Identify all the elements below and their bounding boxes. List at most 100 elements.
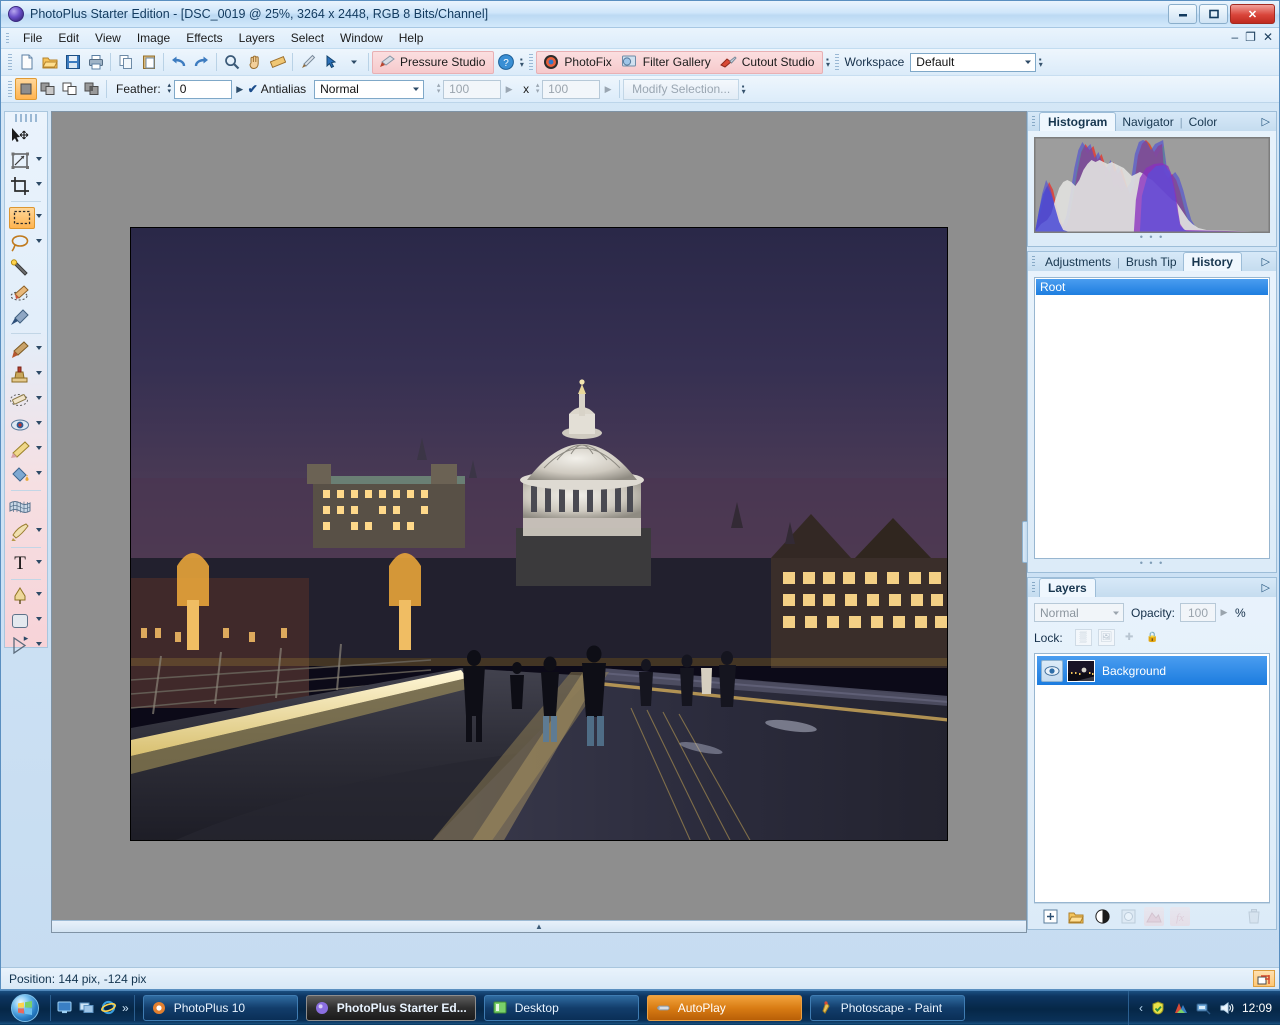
lock-image-button[interactable]: 🖼 xyxy=(1098,629,1115,646)
quickshape-tool[interactable] xyxy=(5,519,47,544)
workspace-toolbar-grip[interactable] xyxy=(835,54,839,71)
opacity-slider-button[interactable]: ▶ xyxy=(1216,603,1232,622)
taskbar-item-autoplay[interactable]: AutoPlay xyxy=(647,995,802,1021)
height-input[interactable]: 100 xyxy=(542,80,600,99)
node-select-dropdown[interactable] xyxy=(342,51,365,73)
shape-tool[interactable] xyxy=(5,608,47,633)
flood-fill-tool[interactable] xyxy=(5,462,47,487)
mdi-minimize-button[interactable]: – xyxy=(1231,30,1238,44)
menu-help[interactable]: Help xyxy=(391,29,432,47)
options-bar-overflow-button[interactable]: ▪▾ xyxy=(739,79,748,100)
panel-menu-arrow-icon[interactable]: ▷ xyxy=(1262,255,1270,268)
height-slider-button[interactable]: ▶ xyxy=(600,80,616,99)
toolbox-grip[interactable] xyxy=(15,114,37,122)
taskbar-clock[interactable]: 12:09 xyxy=(1242,1001,1272,1015)
red-eye-dropdown[interactable] xyxy=(36,421,42,425)
print-button[interactable] xyxy=(84,51,107,73)
maximize-button[interactable] xyxy=(1199,4,1228,24)
options-bar-grip[interactable] xyxy=(8,81,12,98)
color-picker-tool[interactable] xyxy=(5,305,47,330)
lasso-select-dropdown[interactable] xyxy=(36,239,42,243)
clone-stamp-dropdown[interactable] xyxy=(36,371,42,375)
mdi-restore-button[interactable]: ❐ xyxy=(1245,30,1256,44)
zoom-tool-button[interactable] xyxy=(220,51,243,73)
layer-item-background[interactable]: Background xyxy=(1037,656,1267,685)
menu-effects[interactable]: Effects xyxy=(178,29,230,47)
opacity-input[interactable]: 100 xyxy=(1180,603,1216,622)
quickshape-dropdown[interactable] xyxy=(36,528,42,532)
height-stepper[interactable]: ▴▾ xyxy=(533,81,542,97)
deform-tool-dropdown[interactable] xyxy=(36,157,42,161)
help-button[interactable]: ? xyxy=(494,51,517,73)
toolbar-overflow-button[interactable]: ▪▾ xyxy=(517,52,526,73)
panel-grip[interactable] xyxy=(1032,256,1035,268)
tab-navigator[interactable]: Navigator xyxy=(1116,113,1179,131)
intersect-selection-button[interactable] xyxy=(81,78,103,100)
clone-stamp-tool[interactable] xyxy=(5,362,47,387)
layer-mask-button[interactable] xyxy=(1118,907,1138,926)
toolbox-expand-button[interactable]: ▸ xyxy=(5,632,47,645)
red-eye-tool[interactable] xyxy=(5,412,47,437)
taskbar-item-photoscape[interactable]: Photoscape - Paint xyxy=(810,995,965,1021)
canvas-horizontal-scrollbar[interactable]: ▲ xyxy=(52,920,1026,932)
history-item-root[interactable]: Root xyxy=(1036,279,1268,295)
width-stepper[interactable]: ▴▾ xyxy=(434,81,443,97)
measure-tool-button[interactable] xyxy=(266,51,289,73)
photofix-label[interactable]: PhotoFix xyxy=(562,55,617,69)
document-image[interactable] xyxy=(130,227,948,841)
width-slider-button[interactable]: ▶ xyxy=(501,80,517,99)
show-desktop-icon[interactable] xyxy=(56,999,73,1016)
menu-select[interactable]: Select xyxy=(283,29,332,47)
width-input[interactable]: 100 xyxy=(443,80,501,99)
modify-selection-button[interactable]: Modify Selection... xyxy=(623,79,739,100)
pan-tool-button[interactable] xyxy=(243,51,266,73)
paintbrush-tool[interactable] xyxy=(5,337,47,362)
paintbrush-dropdown[interactable] xyxy=(36,346,42,350)
text-tool-dropdown[interactable] xyxy=(36,560,42,564)
internet-explorer-icon[interactable] xyxy=(100,999,117,1016)
flood-fill-dropdown[interactable] xyxy=(36,471,42,475)
close-button[interactable]: ✕ xyxy=(1230,4,1275,24)
eraser-dropdown[interactable] xyxy=(36,396,42,400)
lock-all-button[interactable]: 🔒 xyxy=(1144,629,1161,646)
brush-tool-button[interactable] xyxy=(296,51,319,73)
taskbar-item-photoplus-starter[interactable]: PhotoPlus Starter Ed... xyxy=(306,995,476,1021)
taskbar-item-photoplus-10[interactable]: PhotoPlus 10 xyxy=(143,995,298,1021)
colorful-tray-icon[interactable] xyxy=(1173,1000,1189,1016)
filter-gallery-label[interactable]: Filter Gallery xyxy=(641,55,717,69)
cutout-studio-label[interactable]: Cutout Studio xyxy=(740,55,821,69)
menu-layers[interactable]: Layers xyxy=(231,29,283,47)
panel-grip[interactable] xyxy=(1032,116,1035,128)
new-document-button[interactable] xyxy=(15,51,38,73)
magic-wand-tool[interactable] xyxy=(5,255,47,280)
copy-button[interactable] xyxy=(114,51,137,73)
tray-expand-icon[interactable]: ‹ xyxy=(1139,1001,1143,1015)
text-tool[interactable]: T xyxy=(5,551,47,576)
tab-histogram[interactable]: Histogram xyxy=(1039,112,1116,131)
eye-icon[interactable] xyxy=(1041,660,1063,682)
mdi-close-button[interactable]: ✕ xyxy=(1263,30,1273,44)
smudge-tool[interactable] xyxy=(5,437,47,462)
history-list[interactable]: Root xyxy=(1034,277,1270,559)
tab-brush-tip[interactable]: Brush Tip xyxy=(1120,253,1183,271)
workspace-combobox[interactable]: Default xyxy=(910,53,1036,72)
histogram-resize-handle[interactable]: • • • xyxy=(1034,233,1270,240)
feather-slider-button[interactable]: ▶ xyxy=(232,80,248,99)
taskbar-item-desktop[interactable]: Desktop xyxy=(484,995,639,1021)
network-tray-icon[interactable] xyxy=(1196,1000,1212,1016)
panel-menu-arrow-icon[interactable]: ▷ xyxy=(1262,581,1270,594)
selection-style-combobox[interactable]: Normal xyxy=(314,80,424,99)
node-select-button[interactable] xyxy=(319,51,342,73)
background-eraser-tool[interactable] xyxy=(5,280,47,305)
menu-file[interactable]: File xyxy=(15,29,50,47)
studio-toolbar-grip[interactable] xyxy=(529,54,533,71)
minimize-button[interactable] xyxy=(1168,4,1197,24)
resize-grip-icon[interactable] xyxy=(1253,970,1275,987)
tab-color[interactable]: Color xyxy=(1183,113,1224,131)
crop-tool-dropdown[interactable] xyxy=(36,182,42,186)
add-selection-button[interactable] xyxy=(37,78,59,100)
rectangle-select-dropdown[interactable] xyxy=(36,214,42,218)
panel-grip[interactable] xyxy=(1032,582,1035,594)
eraser-tool[interactable] xyxy=(5,387,47,412)
save-button[interactable] xyxy=(61,51,84,73)
